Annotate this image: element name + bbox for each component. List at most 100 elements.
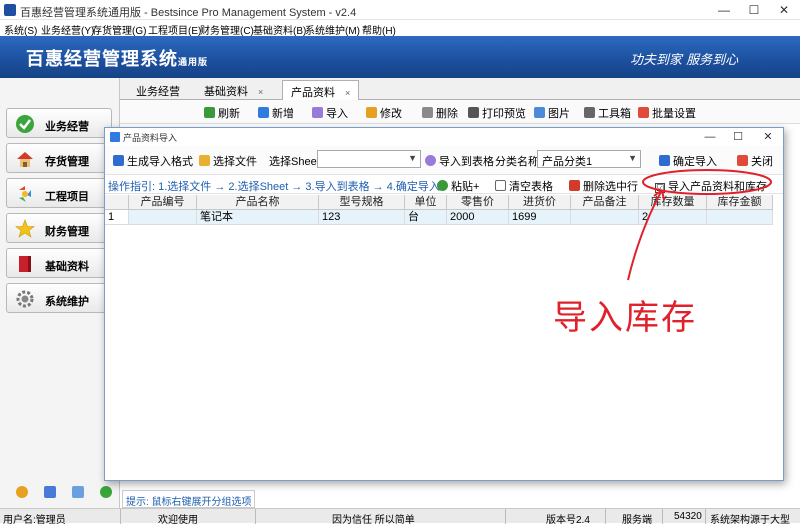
tab-label: 业务经营 <box>136 86 180 98</box>
status-service: 服务端 <box>622 515 652 526</box>
edit-button[interactable]: 修改 <box>366 105 402 121</box>
toolbox-button[interactable]: 工具箱 <box>584 105 631 121</box>
table-cell[interactable]: 笔记本 <box>197 210 319 225</box>
clear-table-button[interactable]: 清空表格 <box>495 178 553 194</box>
sidebar-item-label: 存货管理 <box>45 156 89 168</box>
status-welcome: 欢迎使用 <box>158 515 198 526</box>
confirm-import-button[interactable]: 确定导入 <box>659 153 717 169</box>
calendar-icon[interactable] <box>44 486 56 498</box>
column-header[interactable]: 库存数量 <box>639 195 707 210</box>
status-port: 54320 <box>674 511 702 522</box>
banner-title: 百惠经营管理系统通用版 <box>26 45 208 71</box>
power-icon <box>737 155 748 166</box>
import-button[interactable]: 导入 <box>312 105 348 121</box>
dialog-close-button[interactable]: 关闭 <box>737 153 773 169</box>
menu-inventory[interactable]: 存货管理(G) <box>92 22 146 37</box>
table-cell[interactable]: 台 <box>405 210 447 225</box>
plus-icon <box>258 107 269 118</box>
paste-icon <box>437 180 448 191</box>
confirm-import-label: 确定导入 <box>673 156 717 168</box>
table-cell[interactable]: 2 <box>639 210 707 225</box>
category-select[interactable]: 产品分类1 ▼ <box>537 150 641 168</box>
choose-file-label: 选择文件 <box>213 156 257 168</box>
sidebar-item-label: 财务管理 <box>45 226 89 238</box>
table-cell[interactable] <box>129 210 197 225</box>
refresh-icon <box>204 107 215 118</box>
menu-finance[interactable]: 财务管理(C) <box>200 22 254 37</box>
column-header[interactable]: 型号规格 <box>319 195 405 210</box>
dialog-icon <box>110 132 120 142</box>
tab-close-icon[interactable]: × <box>345 88 350 98</box>
menu-basic-data[interactable]: 基础资料(B) <box>253 22 306 37</box>
tab-basic-data[interactable]: 基础资料 × <box>196 80 271 100</box>
maximize-button[interactable]: ☐ <box>746 2 762 18</box>
menu-help[interactable]: 帮助(H) <box>362 22 396 37</box>
column-header[interactable]: 零售价 <box>447 195 509 210</box>
import-to-table-button[interactable]: 导入到表格 <box>425 153 494 169</box>
dialog-close-icon[interactable]: ✕ <box>761 129 775 145</box>
image-button[interactable]: 图片 <box>534 105 570 121</box>
sidebar-item-inventory[interactable]: 存货管理 <box>6 143 112 173</box>
sidebar-item-basic-data[interactable]: 基础资料 <box>6 248 112 278</box>
table-cell[interactable] <box>571 210 639 225</box>
tab-label: 基础资料 <box>204 86 248 98</box>
save-icon <box>113 155 124 166</box>
sidebar-item-project[interactable]: 工程项目 <box>6 178 112 208</box>
sidebar-item-label: 工程项目 <box>45 191 89 203</box>
sidebar-item-label: 系统维护 <box>45 296 89 308</box>
sidebar-item-business[interactable]: 业务经营 <box>6 108 112 138</box>
menu-maintenance[interactable]: 系统维护(M) <box>305 22 360 37</box>
column-header[interactable]: 产品名称 <box>197 195 319 210</box>
print-preview-button[interactable]: 打印预览 <box>468 105 526 121</box>
trash-icon <box>422 107 433 118</box>
menu-system[interactable]: 系统(S) <box>4 22 37 37</box>
toolbox-icon <box>584 107 595 118</box>
calculator-icon[interactable] <box>72 486 84 498</box>
column-header[interactable]: 库存金额 <box>707 195 773 210</box>
tab-business[interactable]: 业务经营 <box>128 80 188 100</box>
table-cell[interactable]: 2000 <box>447 210 509 225</box>
menu-business[interactable]: 业务经营(Y) <box>41 22 94 37</box>
import-stock-checkbox[interactable]: ☑ 导入产品资料和库存 <box>655 178 767 194</box>
batch-settings-button[interactable]: 批量设置 <box>638 105 696 121</box>
menu-project[interactable]: 工程项目(E) <box>148 22 201 37</box>
dialog-maximize-button[interactable]: ☐ <box>731 129 745 145</box>
refresh-button[interactable]: 刷新 <box>204 105 240 121</box>
table-cell[interactable]: 1 <box>105 210 129 225</box>
table-cell[interactable] <box>707 210 773 225</box>
dialog-close-label: 关闭 <box>751 156 773 168</box>
add-button[interactable]: 新增 <box>258 105 294 121</box>
refresh-icon[interactable] <box>100 486 112 498</box>
status-divider <box>705 509 706 524</box>
banner-edition: 通用版 <box>178 57 209 67</box>
tab-strip: 业务经营 基础资料 × 产品资料 × <box>120 78 800 100</box>
sidebar-item-maintenance[interactable]: 系统维护 <box>6 283 112 313</box>
table-icon <box>495 180 506 191</box>
tab-close-icon[interactable]: × <box>258 87 263 97</box>
table-cell[interactable]: 123 <box>319 210 405 225</box>
image-icon <box>534 107 545 118</box>
choose-file-button[interactable]: 选择文件 <box>199 153 257 169</box>
tab-products[interactable]: 产品资料 × <box>282 80 360 100</box>
column-header[interactable]: 产品编号 <box>129 195 197 210</box>
minimize-button[interactable]: — <box>716 2 732 18</box>
table-row[interactable]: 1 笔记本 123 台 2000 1699 2 <box>105 210 773 225</box>
printer-icon <box>468 107 479 118</box>
close-window-button[interactable]: ✕ <box>776 2 792 18</box>
column-header[interactable]: 单位 <box>405 195 447 210</box>
column-header[interactable]: 进货价 <box>509 195 571 210</box>
delete-row-button[interactable]: 删除选中行 <box>569 178 638 194</box>
sidebar-item-finance[interactable]: 财务管理 <box>6 213 112 243</box>
column-header[interactable] <box>105 195 129 210</box>
delete-label: 删除 <box>436 108 458 120</box>
dialog-minimize-button[interactable]: — <box>703 129 717 145</box>
status-divider <box>605 509 606 524</box>
clock-icon[interactable] <box>16 486 28 498</box>
table-cell[interactable]: 1699 <box>509 210 571 225</box>
column-header[interactable]: 产品备注 <box>571 195 639 210</box>
sheet-select[interactable]: ▼ <box>317 150 421 168</box>
generate-format-button[interactable]: 生成导入格式 <box>113 153 193 169</box>
paste-button[interactable]: 粘贴+ <box>437 178 479 194</box>
delete-button[interactable]: 删除 <box>422 105 458 121</box>
banner-slogan: 功夫到家 服务到心 <box>630 53 739 68</box>
